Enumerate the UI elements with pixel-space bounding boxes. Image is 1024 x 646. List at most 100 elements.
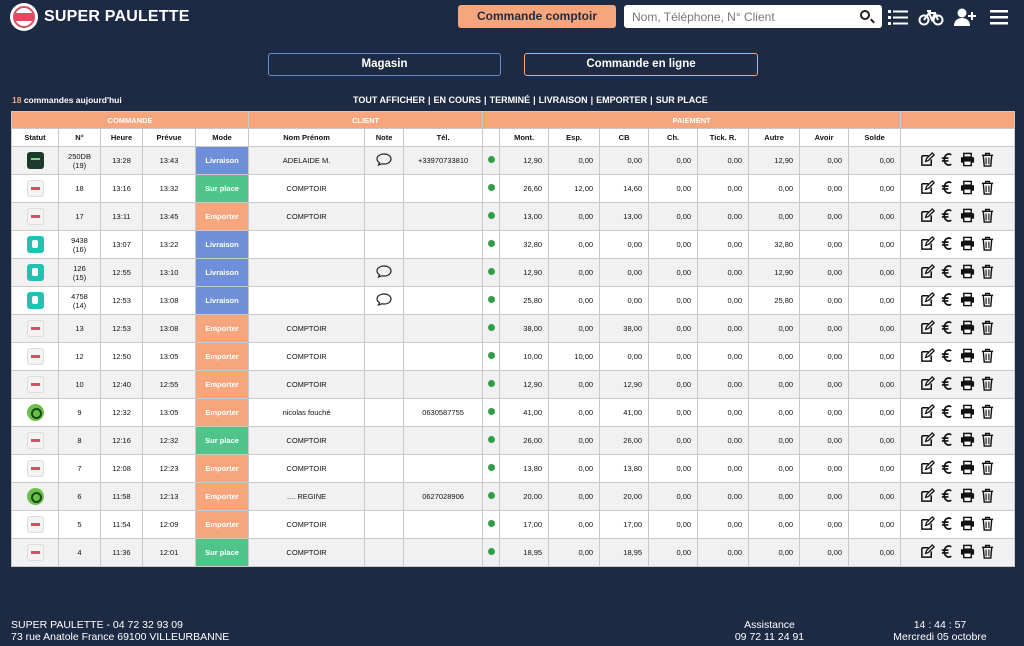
note-cell[interactable]: [364, 146, 405, 175]
print-icon[interactable]: [960, 152, 975, 169]
trash-icon[interactable]: [980, 208, 995, 225]
table-row[interactable]: 13 12:53 13:08 Emporter COMPTOIR 38,00 0,00 38,…: [11, 314, 1016, 343]
table-row[interactable]: 5 11:54 12:09 Emporter COMPTOIR 17,00 0,00 17,0…: [11, 510, 1016, 539]
list-icon[interactable]: [887, 6, 909, 28]
print-icon[interactable]: [960, 460, 975, 477]
print-icon[interactable]: [960, 432, 975, 449]
edit-icon[interactable]: [920, 264, 936, 281]
euro-payment-icon[interactable]: [940, 348, 955, 365]
euro-payment-icon[interactable]: [940, 292, 955, 309]
add-user-icon[interactable]: [953, 6, 977, 28]
table-row[interactable]: 12 12:50 13:05 Emporter COMPTOIR 10,00 10,00 0,…: [11, 342, 1016, 371]
euro-payment-icon[interactable]: [940, 376, 955, 393]
euro-payment-icon[interactable]: [940, 152, 955, 169]
trash-icon[interactable]: [980, 488, 995, 505]
trash-icon[interactable]: [980, 320, 995, 337]
trash-icon[interactable]: [980, 432, 995, 449]
table-row[interactable]: 9438 (16) 13:07 13:22 Livraison 32,80 0,00 0,00…: [11, 230, 1016, 259]
edit-icon[interactable]: [920, 404, 936, 421]
search-icon[interactable]: [860, 10, 870, 20]
euro-payment-icon[interactable]: [940, 404, 955, 421]
table-row[interactable]: 126 (15) 12:55 13:10 Livraison 12,90 0,00 0,00 0…: [11, 258, 1016, 287]
edit-icon[interactable]: [920, 348, 936, 365]
euro-payment-icon[interactable]: [940, 544, 955, 561]
print-icon[interactable]: [960, 516, 975, 533]
print-icon[interactable]: [960, 488, 975, 505]
trash-icon[interactable]: [980, 292, 995, 309]
amount-cheque: 0,00: [648, 314, 699, 343]
filter-livraison[interactable]: LIVRAISON: [539, 95, 588, 105]
super-paulette-logo-icon[interactable]: [10, 3, 38, 31]
trash-icon[interactable]: [980, 180, 995, 197]
euro-payment-icon[interactable]: [940, 180, 955, 197]
euro-payment-icon[interactable]: [940, 460, 955, 477]
trash-icon[interactable]: [980, 460, 995, 477]
filter-tout-afficher[interactable]: TOUT AFFICHER: [353, 95, 425, 105]
tab-magasin[interactable]: Magasin: [268, 53, 501, 76]
edit-icon[interactable]: [920, 432, 936, 449]
note-bubble-icon[interactable]: [376, 293, 392, 308]
print-icon[interactable]: [960, 544, 975, 561]
table-row[interactable]: 250DB (19) 13:28 13:43 Livraison ADELAIDE M. +…: [11, 146, 1016, 175]
edit-icon[interactable]: [920, 488, 936, 505]
edit-icon[interactable]: [920, 544, 936, 561]
table-row[interactable]: 4 11:36 12:01 Sur place COMPTOIR 18,95 0,00 18,…: [11, 538, 1016, 567]
edit-icon[interactable]: [920, 460, 936, 477]
bike-icon[interactable]: [918, 6, 944, 28]
euro-payment-icon[interactable]: [940, 264, 955, 281]
status-dot-icon: [487, 352, 495, 359]
print-icon[interactable]: [960, 404, 975, 421]
search-input[interactable]: [624, 5, 849, 28]
edit-icon[interactable]: [920, 152, 936, 169]
euro-payment-icon[interactable]: [940, 208, 955, 225]
table-row[interactable]: 17 13:11 13:45 Emporter COMPTOIR 13,00 0,00 13,…: [11, 202, 1016, 231]
edit-icon[interactable]: [920, 180, 936, 197]
filter-en-cours[interactable]: EN COURS: [434, 95, 482, 105]
print-icon[interactable]: [960, 236, 975, 253]
menu-icon[interactable]: [989, 6, 1009, 28]
edit-icon[interactable]: [920, 292, 936, 309]
note-cell[interactable]: [364, 258, 405, 287]
trash-icon[interactable]: [980, 544, 995, 561]
print-icon[interactable]: [960, 208, 975, 225]
print-icon[interactable]: [960, 376, 975, 393]
euro-payment-icon[interactable]: [940, 236, 955, 253]
trash-icon[interactable]: [980, 264, 995, 281]
table-row[interactable]: 6 11:58 12:13 Emporter.... REGINE 0627028906…: [11, 482, 1016, 511]
edit-icon[interactable]: [920, 376, 936, 393]
table-row[interactable]: 7 12:08 12:23 Emporter COMPTOIR 13,80 0,00 13,8…: [11, 454, 1016, 483]
euro-payment-icon[interactable]: [940, 432, 955, 449]
trash-icon[interactable]: [980, 348, 995, 365]
table-row[interactable]: 8 12:16 12:32 Sur place COMPTOIR 26,00 0,00 26,…: [11, 426, 1016, 455]
note-cell[interactable]: [364, 286, 405, 315]
euro-payment-icon[interactable]: [940, 320, 955, 337]
print-icon[interactable]: [960, 180, 975, 197]
filter-sur-place[interactable]: SUR PLACE: [656, 95, 708, 105]
print-icon[interactable]: [960, 264, 975, 281]
table-row[interactable]: 18 13:16 13:32 Sur place COMPTOIR 26,60 12,00 1…: [11, 174, 1016, 203]
table-row[interactable]: 9 12:32 13:05 Emporter nicolas fouché 0630587…: [11, 398, 1016, 427]
commande-comptoir-button[interactable]: Commande comptoir: [458, 5, 616, 28]
print-icon[interactable]: [960, 292, 975, 309]
table-row[interactable]: 4758 (14) 12:53 13:08 Livraison 25,80 0,00 0,00…: [11, 286, 1016, 315]
euro-payment-icon[interactable]: [940, 516, 955, 533]
trash-icon[interactable]: [980, 516, 995, 533]
euro-payment-icon[interactable]: [940, 488, 955, 505]
print-icon[interactable]: [960, 348, 975, 365]
edit-icon[interactable]: [920, 320, 936, 337]
edit-icon[interactable]: [920, 516, 936, 533]
trash-icon[interactable]: [980, 236, 995, 253]
tab-commande-en-ligne[interactable]: Commande en ligne: [524, 53, 758, 76]
amount-card: 0,00: [599, 342, 650, 371]
note-bubble-icon[interactable]: [376, 153, 392, 168]
table-row[interactable]: 10 12:40 12:55 Emporter COMPTOIR 12,90 0,00 12,…: [11, 370, 1016, 399]
trash-icon[interactable]: [980, 404, 995, 421]
edit-icon[interactable]: [920, 236, 936, 253]
filter-termine[interactable]: TERMINÉ: [490, 95, 531, 105]
edit-icon[interactable]: [920, 208, 936, 225]
trash-icon[interactable]: [980, 152, 995, 169]
trash-icon[interactable]: [980, 376, 995, 393]
filter-emporter[interactable]: EMPORTER: [596, 95, 647, 105]
note-bubble-icon[interactable]: [376, 265, 392, 280]
print-icon[interactable]: [960, 320, 975, 337]
